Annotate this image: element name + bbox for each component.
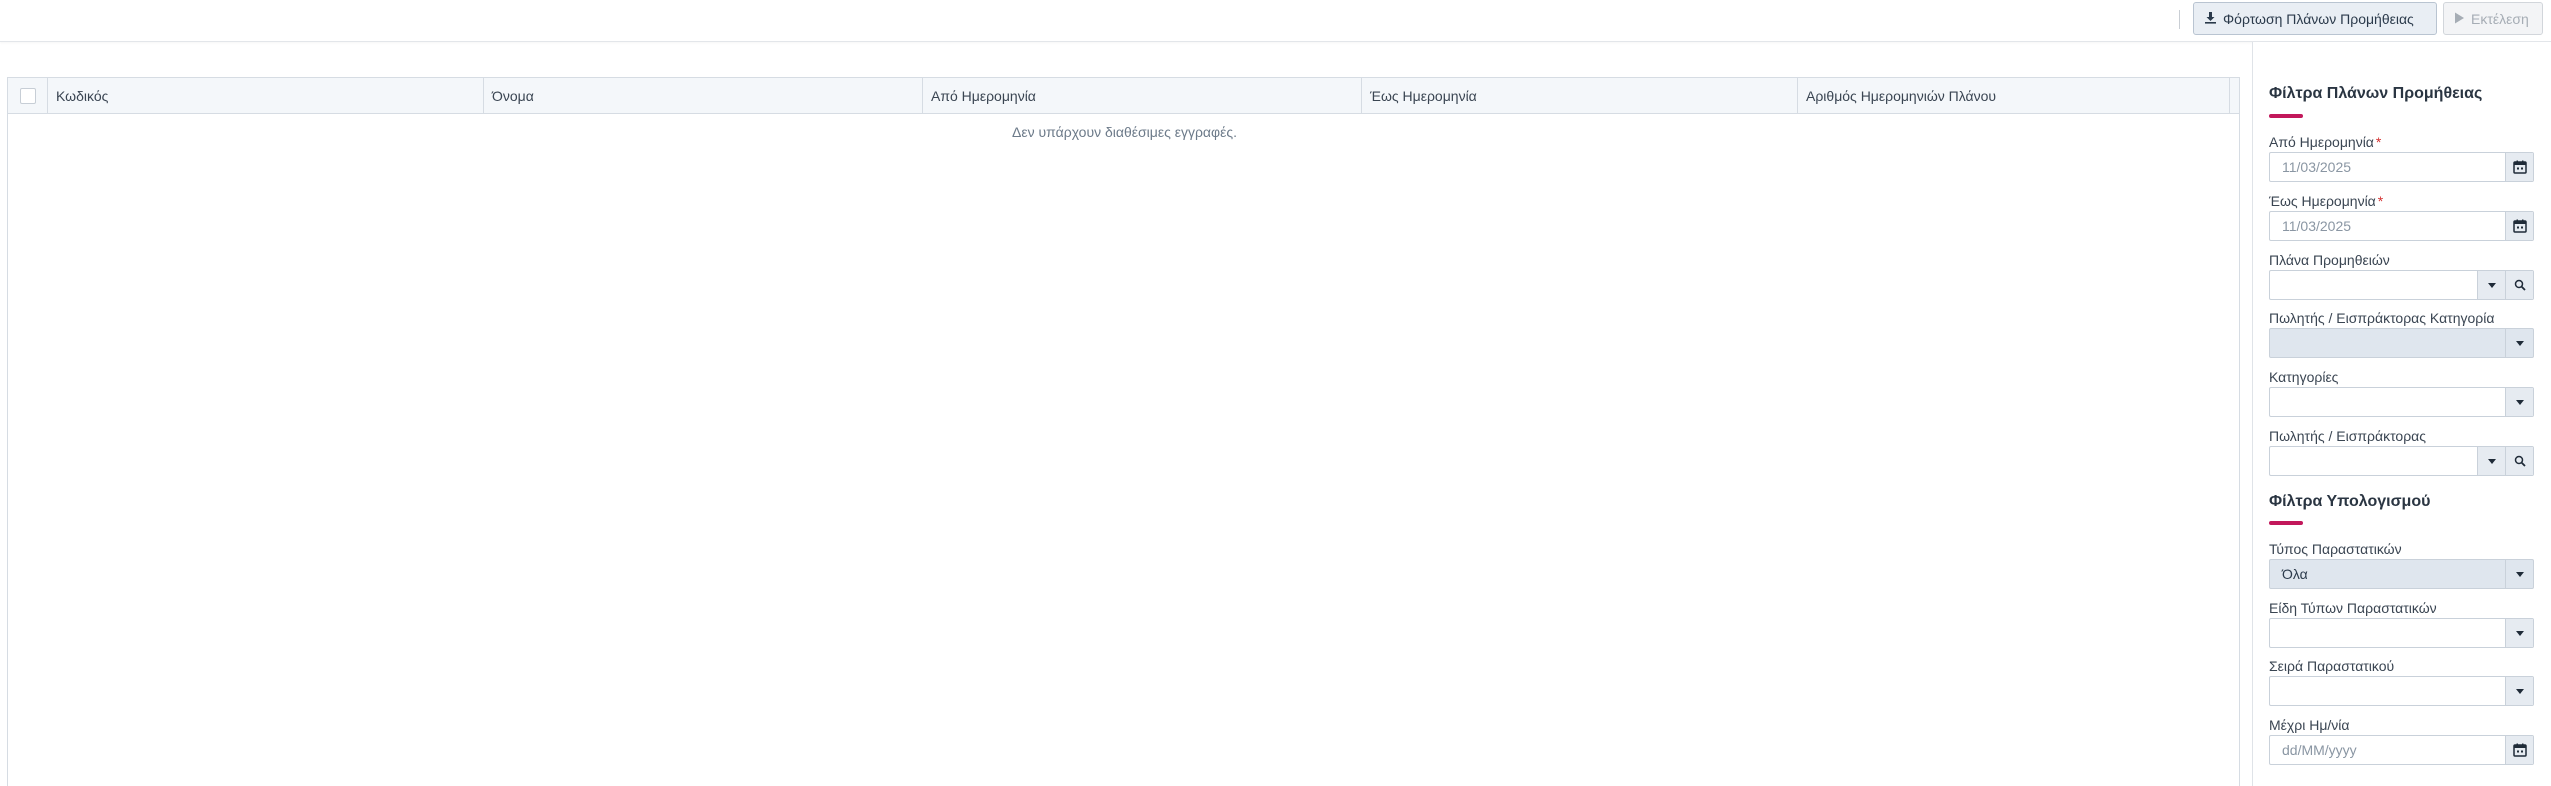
plans-select[interactable] (2269, 270, 2534, 300)
select-all-checkbox[interactable] (19, 87, 36, 104)
grid-header: Κωδικός Όνομα Από Ημερομηνία Έως Ημερομη… (8, 78, 2239, 114)
salesman-label: Πωλητής / Εισπράκτορας (2269, 428, 2427, 444)
to-date-field[interactable]: 11/03/2025 (2269, 211, 2534, 241)
caret-down-icon[interactable] (2477, 447, 2505, 475)
top-toolbar: Φόρτωση Πλάνων Προμήθειας Εκτέλεση (0, 0, 2551, 42)
caret-down-icon[interactable] (2505, 677, 2533, 705)
caret-down-icon[interactable] (2505, 329, 2533, 357)
doc-series-select[interactable] (2269, 676, 2534, 706)
column-header-code[interactable]: Κωδικός (48, 78, 484, 113)
filters-panel: Φίλτρα Πλάνων Προμήθειας Από Ημερομηνία *… (2252, 42, 2551, 786)
doc-kinds-select[interactable] (2269, 618, 2534, 648)
column-header-from-date[interactable]: Από Ημερομηνία (923, 78, 1362, 113)
caret-down-icon[interactable] (2505, 388, 2533, 416)
required-marker: * (2375, 134, 2382, 150)
until-date-label: Μέχρι Ημ/νία (2269, 717, 2350, 733)
calc-filters-title: Φίλτρα Υπολογισμού (2269, 493, 2431, 510)
run-button[interactable]: Εκτέλεση (2443, 2, 2543, 35)
doc-type-value: Όλα (2282, 566, 2308, 582)
caret-down-icon[interactable] (2505, 619, 2533, 647)
salesman-category-select[interactable] (2269, 328, 2534, 358)
empty-records-message: Δεν υπάρχουν διαθέσιμες εγγραφές. (1012, 124, 1237, 140)
salesman-select[interactable] (2269, 446, 2534, 476)
toolbar-separator (2179, 10, 2180, 29)
search-icon[interactable] (2505, 447, 2533, 475)
caret-down-icon[interactable] (2477, 271, 2505, 299)
from-date-field[interactable]: 11/03/2025 (2269, 152, 2534, 182)
column-header-to-date[interactable]: Έως Ημερομηνία (1362, 78, 1798, 113)
doc-kinds-label: Είδη Τύπων Παραστατικών (2269, 600, 2437, 616)
play-icon (2454, 11, 2465, 27)
to-date-value: 11/03/2025 (2282, 218, 2352, 234)
calendar-icon[interactable] (2505, 212, 2533, 240)
caret-down-icon[interactable] (2505, 560, 2533, 588)
salesman-category-label: Πωλητής / Εισπράκτορας Κατηγορία (2269, 310, 2495, 326)
doc-type-label: Τύπος Παραστατικών (2269, 541, 2402, 557)
download-icon (2204, 11, 2217, 27)
categories-label: Κατηγορίες (2269, 369, 2339, 385)
until-date-placeholder: dd/MM/yyyy (2282, 742, 2357, 758)
from-date-label: Από Ημερομηνία * (2269, 134, 2381, 150)
to-date-label: Έως Ημερομηνία * (2269, 193, 2383, 209)
required-marker: * (2377, 193, 2384, 209)
doc-series-label: Σειρά Παραστατικού (2269, 658, 2395, 674)
from-date-label-text: Από Ημερομηνία (2269, 134, 2374, 150)
search-icon[interactable] (2505, 271, 2533, 299)
plans-grid: Κωδικός Όνομα Από Ημερομηνία Έως Ημερομη… (7, 77, 2240, 786)
plan-filters-accent-bar (2269, 114, 2303, 118)
run-label: Εκτέλεση (2471, 10, 2529, 27)
from-date-value: 11/03/2025 (2282, 159, 2352, 175)
load-plans-button[interactable]: Φόρτωση Πλάνων Προμήθειας (2193, 2, 2437, 35)
column-header-name[interactable]: Όνομα (484, 78, 923, 113)
plan-filters-title: Φίλτρα Πλάνων Προμήθειας (2269, 85, 2483, 102)
categories-select[interactable] (2269, 387, 2534, 417)
calendar-icon[interactable] (2505, 153, 2533, 181)
calendar-icon[interactable] (2505, 736, 2533, 764)
select-all-cell (8, 78, 48, 113)
column-header-plan-dates-count[interactable]: Αριθμός Ημερομηνιών Πλάνου (1798, 78, 2230, 113)
to-date-label-text: Έως Ημερομηνία (2269, 193, 2376, 209)
doc-type-select[interactable]: Όλα (2269, 559, 2534, 589)
calc-filters-accent-bar (2269, 521, 2303, 525)
plans-label: Πλάνα Προμηθειών (2269, 252, 2390, 268)
until-date-field[interactable]: dd/MM/yyyy (2269, 735, 2534, 765)
load-plans-label: Φόρτωση Πλάνων Προμήθειας (2223, 10, 2414, 27)
